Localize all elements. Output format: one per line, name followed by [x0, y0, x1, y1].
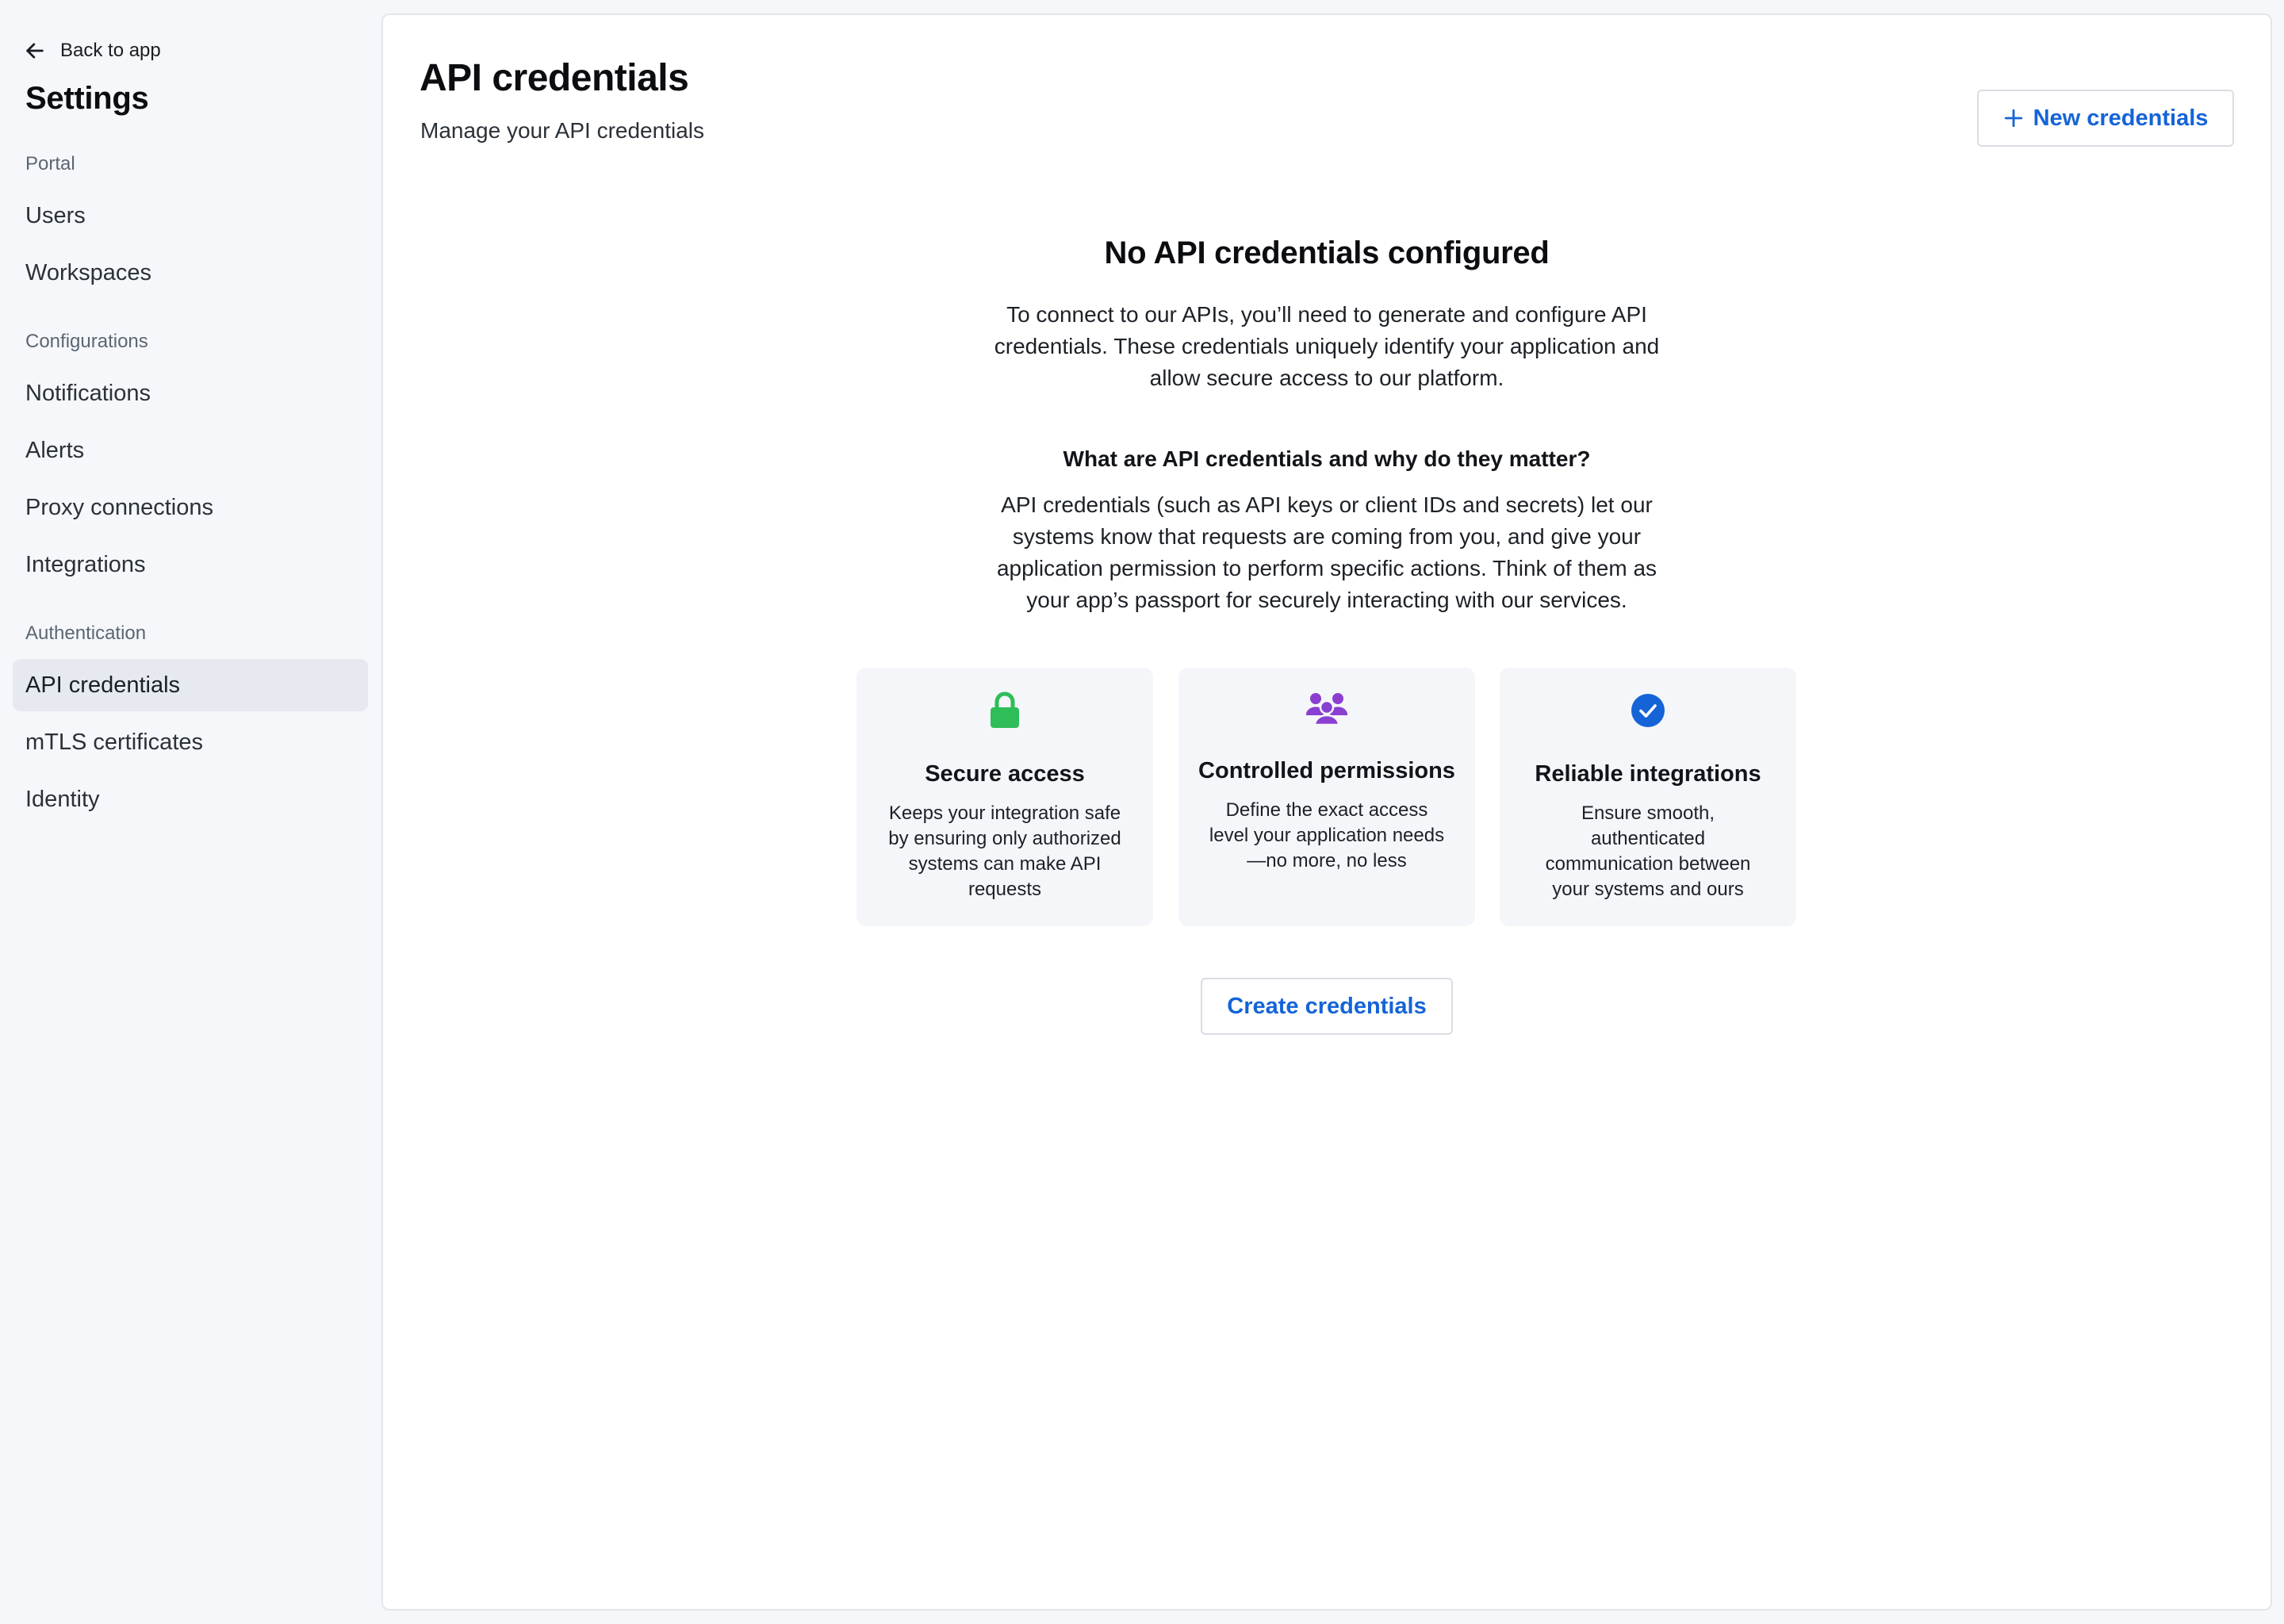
- intro-line: credentials. These credentials uniquely …: [994, 334, 1660, 358]
- explainer-answer: API credentials (such as API keys or cli…: [970, 489, 1684, 616]
- sidebar-item-label: Notifications: [25, 380, 151, 406]
- sidebar-item-identity[interactable]: Identity: [13, 773, 368, 825]
- card-desc-line: Ensure smooth,: [1581, 802, 1715, 824]
- section-label-authentication: Authentication: [25, 622, 147, 644]
- sidebar-item-label: mTLS certificates: [25, 729, 203, 755]
- sidebar-item-label: Users: [25, 202, 86, 228]
- plus-icon: [2004, 109, 2022, 128]
- back-to-app-label: Back to app: [60, 40, 161, 61]
- sidebar-item-label: Workspaces: [25, 259, 152, 285]
- empty-state-intro: To connect to our APIs, you’ll need to g…: [970, 299, 1684, 394]
- lock-icon: [991, 691, 1019, 728]
- users-icon: [1306, 693, 1347, 726]
- sidebar-item-notifications[interactable]: Notifications: [13, 367, 368, 419]
- create-credentials-label: Create credentials: [1227, 993, 1427, 1019]
- card-title: Reliable integrations: [1535, 761, 1761, 787]
- card-desc-line: level your application needs: [1209, 825, 1445, 846]
- back-to-app-link[interactable]: Back to app: [24, 37, 161, 64]
- empty-state-title: No API credentials configured: [1104, 236, 1550, 270]
- sidebar-item-mtls-certificates[interactable]: mTLS certificates: [13, 716, 368, 768]
- explainer-question: What are API credentials and why do they…: [1063, 446, 1591, 471]
- card-desc-line: authenticated: [1590, 828, 1706, 849]
- sidebar-item-proxy-connections[interactable]: Proxy connections: [13, 481, 368, 534]
- card-desc-line: by ensuring only authorized: [888, 828, 1121, 849]
- answer-line: your app’s passport for securely interac…: [1026, 588, 1627, 612]
- card-desc-line: your systems and ours: [1552, 879, 1744, 900]
- sidebar-item-api-credentials[interactable]: API credentials: [13, 659, 368, 711]
- card-title: Controlled permissions: [1198, 758, 1455, 783]
- sidebar-item-users[interactable]: Users: [13, 190, 368, 242]
- sidebar-item-workspaces[interactable]: Workspaces: [13, 247, 368, 299]
- feature-card-controlled-permissions: Controlled permissions Define the exact …: [1178, 668, 1475, 926]
- card-desc-line: Define the exact access: [1225, 799, 1428, 821]
- card-desc-line: —no more, no less: [1247, 850, 1407, 871]
- answer-line: API credentials (such as API keys or cli…: [1001, 492, 1653, 517]
- settings-sidebar: Back to app Settings Portal Users Worksp…: [0, 0, 382, 1624]
- check-circle-icon: [1631, 694, 1665, 727]
- section-label-configurations: Configurations: [25, 331, 148, 352]
- arrow-left-icon: [26, 43, 44, 59]
- card-desc-line: systems can make API: [908, 853, 1102, 875]
- new-credentials-button[interactable]: New credentials: [1977, 90, 2234, 147]
- answer-line: application permission to perform specif…: [996, 556, 1657, 580]
- sidebar-item-label: API credentials: [25, 672, 181, 698]
- sidebar-item-label: Proxy connections: [25, 494, 213, 520]
- sidebar-item-integrations[interactable]: Integrations: [13, 538, 368, 591]
- sidebar-item-label: Identity: [25, 786, 100, 812]
- card-description: Define the exact access level your appli…: [1198, 798, 1456, 874]
- intro-line: To connect to our APIs, you’ll need to g…: [1006, 302, 1647, 327]
- new-credentials-label: New credentials: [2033, 105, 2209, 131]
- feature-card-secure-access: Secure access Keeps your integration saf…: [856, 668, 1153, 926]
- sidebar-item-label: Alerts: [25, 437, 85, 463]
- sidebar-item-alerts[interactable]: Alerts: [13, 424, 368, 477]
- card-description: Ensure smooth, authenticated communicati…: [1519, 801, 1777, 902]
- sidebar-title: Settings: [25, 81, 149, 116]
- card-desc-line: Keeps your integration safe: [888, 802, 1121, 824]
- main-panel: API credentials Manage your API credenti…: [381, 13, 2272, 1611]
- intro-line: allow secure access to our platform.: [1149, 366, 1504, 390]
- card-desc-line: communication between: [1545, 853, 1751, 875]
- create-credentials-button[interactable]: Create credentials: [1201, 978, 1453, 1035]
- card-description: Keeps your integration safe by ensuring …: [876, 801, 1134, 902]
- card-desc-line: requests: [968, 879, 1042, 900]
- card-title: Secure access: [925, 761, 1085, 787]
- section-label-portal: Portal: [25, 153, 75, 174]
- page-subtitle: Manage your API credentials: [420, 118, 704, 143]
- sidebar-item-label: Integrations: [25, 551, 146, 577]
- page-title: API credentials: [420, 57, 689, 99]
- settings-app: Back to app Settings Portal Users Worksp…: [0, 0, 2284, 1624]
- feature-card-reliable-integrations: Reliable integrations Ensure smooth, aut…: [1500, 668, 1796, 926]
- answer-line: systems know that requests are coming fr…: [1012, 524, 1642, 549]
